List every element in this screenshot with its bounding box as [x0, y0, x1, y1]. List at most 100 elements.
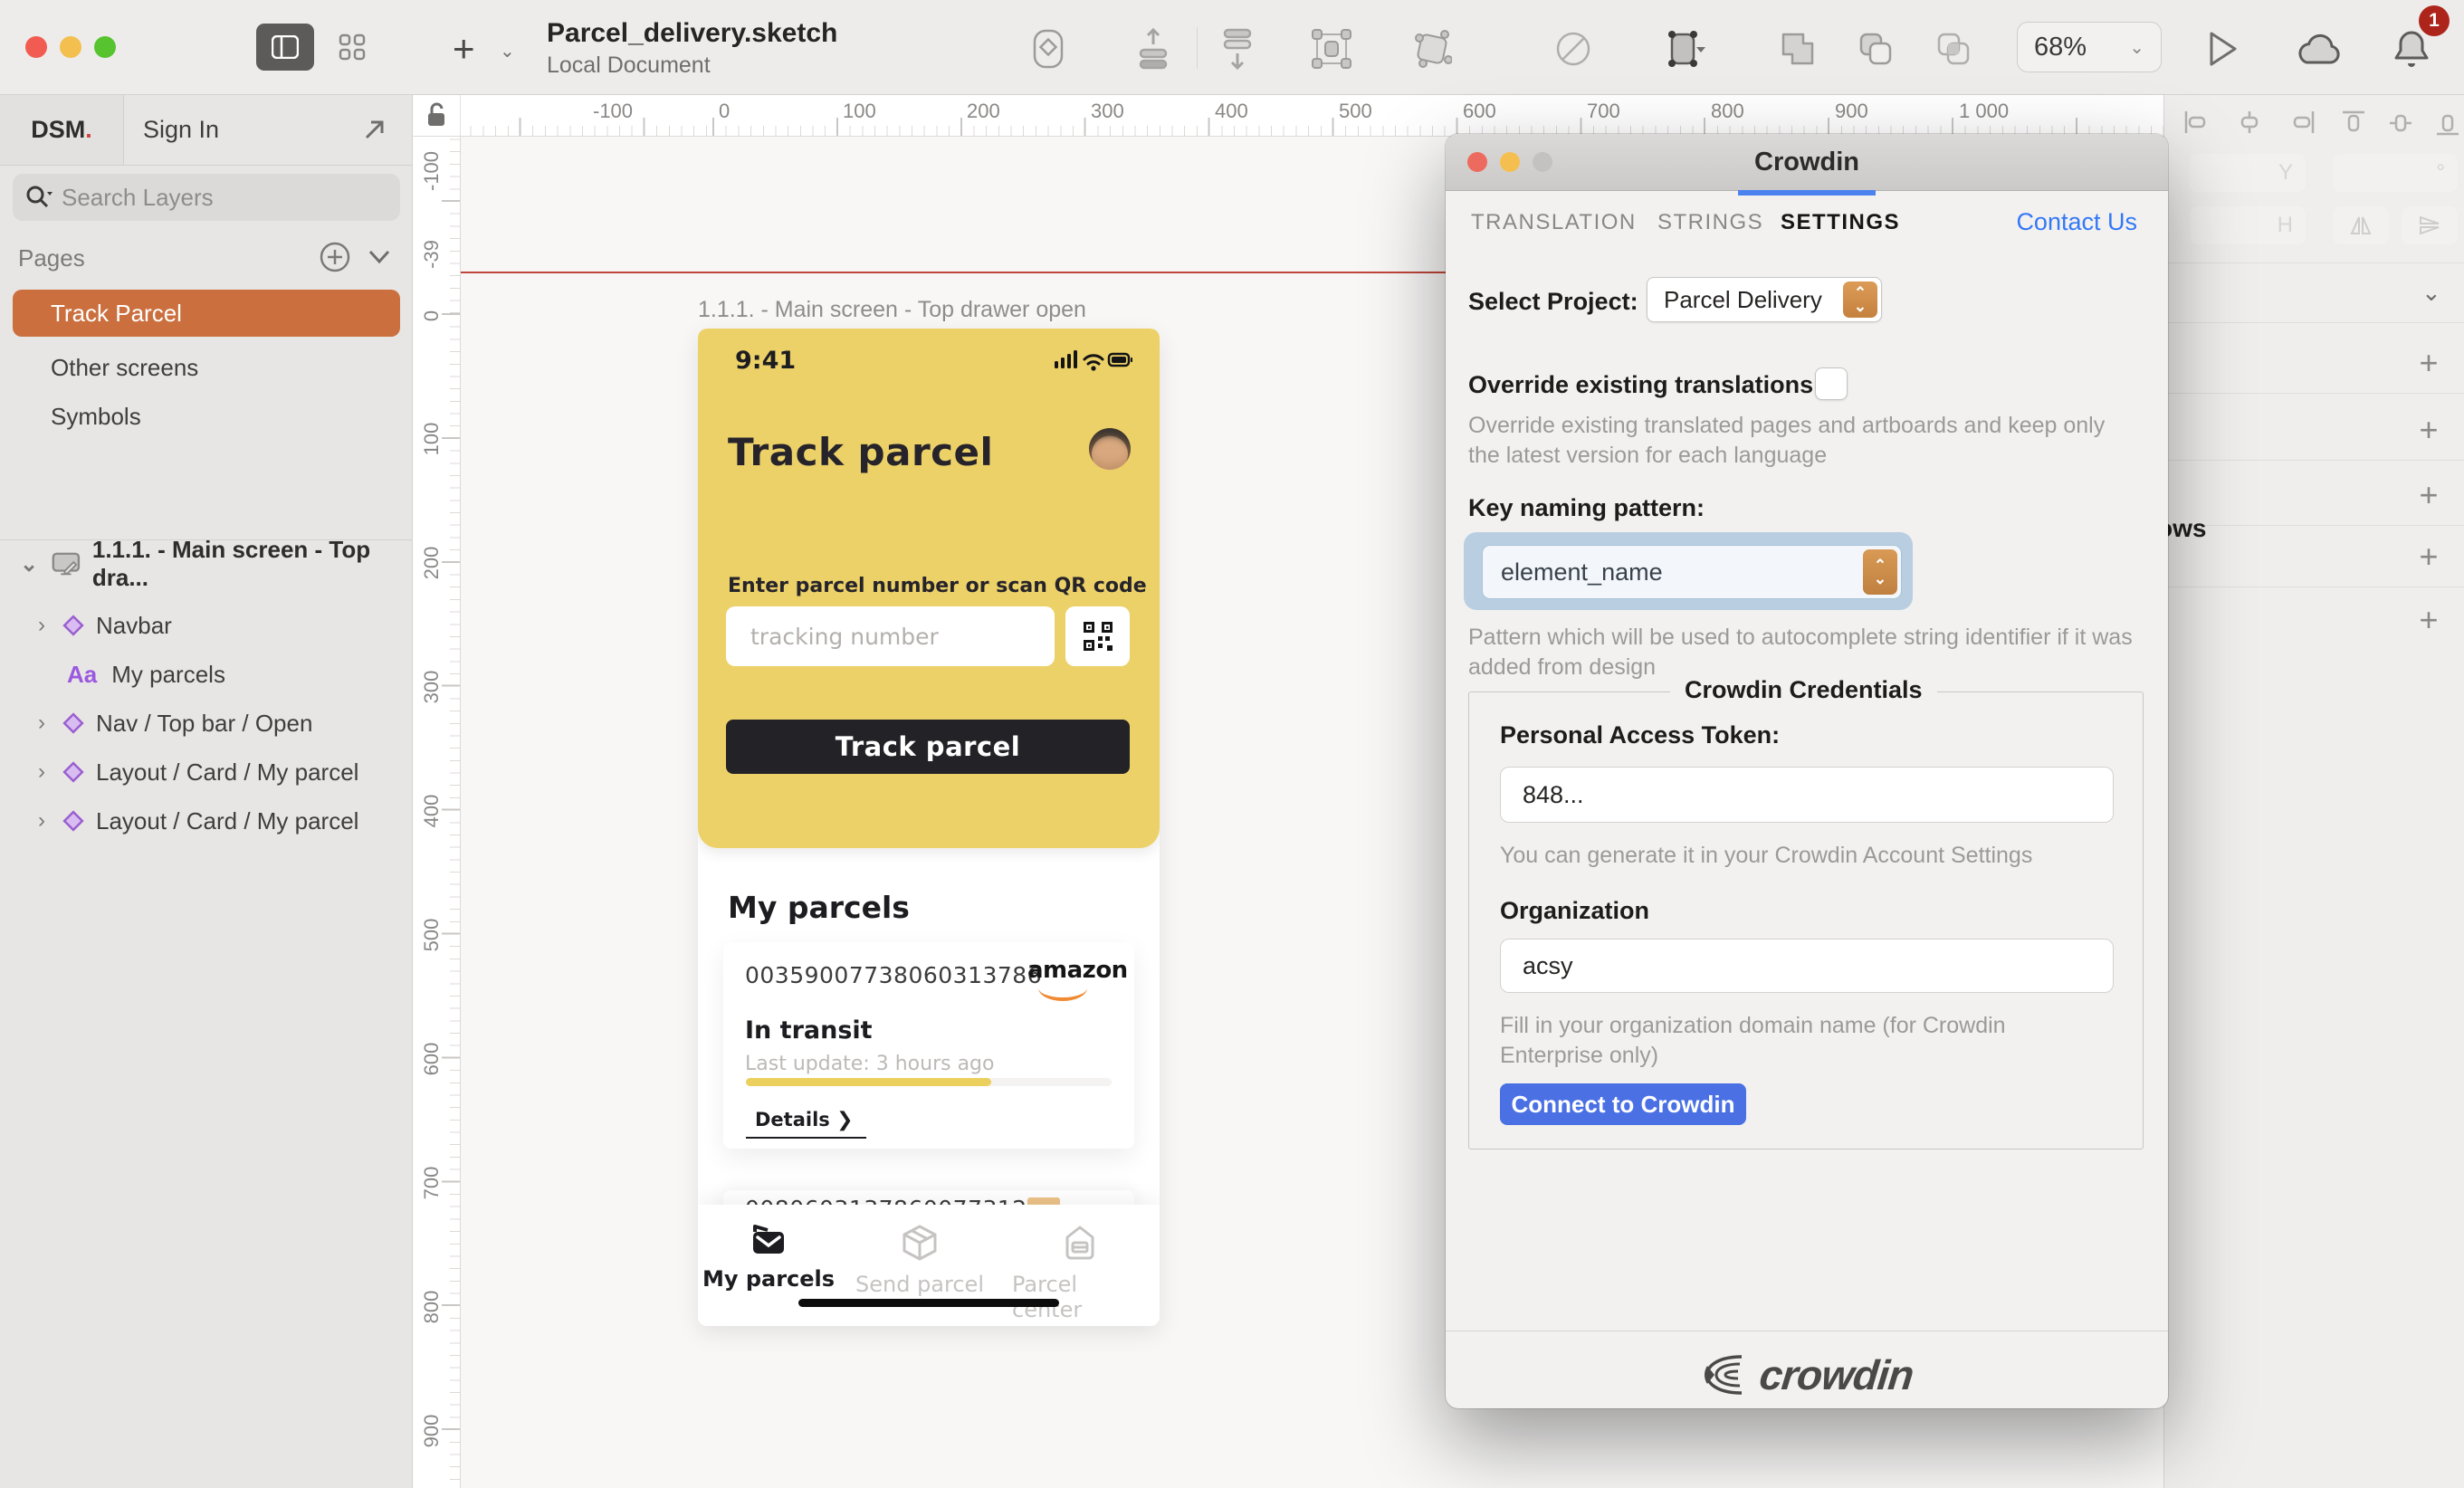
cloud-sync-button[interactable] — [2294, 25, 2341, 72]
move-down-icon — [1221, 28, 1254, 70]
layer-row-my-parcels[interactable]: Aa My parcels — [0, 650, 412, 699]
track-parcel-button[interactable]: Track parcel — [726, 720, 1130, 774]
external-link-icon[interactable] — [363, 118, 387, 141]
group-button[interactable] — [1308, 25, 1355, 72]
toggle-sidebar-button[interactable] — [256, 24, 314, 71]
insert-chevron-icon[interactable]: ⌄ — [500, 40, 515, 62]
scan-qr-button[interactable] — [1065, 606, 1130, 666]
bring-forward-button[interactable] — [1130, 25, 1177, 72]
close-window-button[interactable] — [25, 36, 47, 58]
page-item-other-screens[interactable]: Other screens — [13, 344, 400, 391]
rotation-field[interactable]: ° — [2333, 154, 2458, 192]
tab-translation[interactable]: TRANSLATION — [1471, 210, 1637, 235]
layer-row-card-1[interactable]: › Layout / Card / My parcel — [0, 748, 412, 796]
override-checkbox[interactable] — [1815, 367, 1848, 400]
status-bar-time: 9:41 — [735, 347, 796, 375]
parcel-card[interactable]: 00359007738060313786 amazon In transit L… — [723, 942, 1134, 1149]
search-layers-input[interactable] — [60, 183, 353, 213]
tab-strings[interactable]: STRINGS — [1657, 210, 1763, 235]
tab-send-parcel[interactable]: Send parcel — [852, 1225, 988, 1297]
add-fill-button[interactable]: + — [2414, 416, 2443, 445]
credentials-legend: Crowdin Credentials — [1670, 676, 1937, 704]
height-field[interactable]: H — [2190, 206, 2306, 244]
details-link[interactable]: Details ❯ — [746, 1109, 866, 1139]
phone-heading: Track parcel — [728, 430, 993, 474]
align-right-icon[interactable] — [2289, 110, 2315, 134]
zoom-control[interactable]: 68% ⌄ — [2017, 22, 2162, 72]
organization-input[interactable] — [1500, 939, 2114, 993]
y-position-field[interactable]: Y — [2190, 154, 2306, 192]
ruler-label: -39 — [420, 236, 444, 272]
align-top-icon[interactable] — [2342, 110, 2365, 136]
parcel-number: 00359007738060313786 — [745, 962, 1042, 988]
credentials-fieldset: Crowdin Credentials Personal Access Toke… — [1468, 692, 2144, 1149]
align-center-h-icon[interactable] — [2237, 110, 2262, 134]
crowdin-swoosh-icon — [1700, 1353, 1751, 1397]
layer-label: My parcels — [111, 661, 225, 689]
scale-button[interactable] — [1662, 25, 1709, 72]
insert-button[interactable]: + — [453, 27, 475, 71]
boolean-union-button[interactable] — [1774, 25, 1821, 72]
unlock-icon[interactable] — [426, 102, 446, 128]
ruler-label: 0 — [719, 100, 730, 123]
ungroup-button[interactable] — [1409, 25, 1456, 72]
pages-collapse-chevron-icon[interactable] — [366, 248, 393, 266]
tracking-number-input[interactable]: tracking number — [726, 606, 1055, 666]
minimize-window-button[interactable] — [1500, 152, 1520, 172]
search-layers-box[interactable] — [13, 174, 400, 221]
preview-button[interactable] — [2200, 25, 2247, 72]
connect-to-crowdin-button[interactable]: Connect to Crowdin — [1500, 1083, 1746, 1125]
view-grid-button[interactable] — [323, 24, 381, 71]
boolean-subtract-button[interactable] — [1852, 25, 1899, 72]
tab-parcel-center[interactable]: Parcel center — [1012, 1225, 1148, 1322]
flip-vertical-button[interactable] — [2402, 206, 2458, 244]
add-inner-shadow-button[interactable]: + — [2414, 606, 2443, 635]
crowdin-titlebar[interactable]: Crowdin — [1446, 134, 2168, 191]
dropdown-stepper-icon: ⌃⌄ — [1843, 281, 1877, 318]
page-item-track-parcel[interactable]: Track Parcel — [13, 290, 400, 337]
tab-settings[interactable]: SETTINGS — [1781, 210, 1900, 235]
send-backward-button[interactable] — [1214, 25, 1261, 72]
add-border-button[interactable]: + — [2414, 482, 2443, 510]
add-page-button[interactable] — [319, 241, 351, 273]
minimize-window-button[interactable] — [60, 36, 81, 58]
expand-chevron-icon[interactable]: › — [38, 808, 45, 834]
tab-label: Send parcel — [855, 1272, 984, 1297]
close-window-button[interactable] — [1467, 152, 1487, 172]
dsm-plugin-tab[interactable]: DSM. — [0, 94, 124, 166]
expand-chevron-icon[interactable]: › — [38, 759, 45, 785]
page-item-symbols[interactable]: Symbols — [13, 393, 400, 440]
zoom-window-button[interactable] — [94, 36, 116, 58]
sign-in-bar[interactable]: Sign In — [123, 94, 412, 166]
expand-chevron-icon[interactable]: › — [38, 711, 45, 736]
expand-chevron-icon[interactable]: › — [38, 613, 45, 638]
align-bottom-icon[interactable] — [2436, 110, 2459, 136]
select-project-dropdown[interactable]: Parcel Delivery ⌃⌄ — [1647, 277, 1882, 322]
token-input[interactable] — [1500, 767, 2114, 823]
contact-us-link[interactable]: Contact Us — [2016, 208, 2137, 236]
artboard-title[interactable]: 1.1.1. - Main screen - Top drawer open — [698, 297, 1086, 323]
section-collapse-chevron-icon[interactable]: ⌄ — [2421, 279, 2441, 307]
layer-row-navbar[interactable]: › Navbar — [0, 601, 412, 650]
collapse-chevron-icon[interactable]: ⌄ — [20, 551, 38, 577]
progress-strip — [1738, 190, 1876, 196]
key-pattern-dropdown[interactable]: element_name ⌃⌄ — [1482, 545, 1902, 599]
align-left-icon[interactable] — [2184, 110, 2210, 134]
zoom-window-button[interactable] — [1533, 152, 1552, 172]
avatar[interactable] — [1089, 428, 1131, 470]
add-shadow-button[interactable]: + — [2414, 543, 2443, 572]
tab-my-parcels[interactable]: My parcels — [701, 1225, 836, 1292]
layer-row-card-2[interactable]: › Layout / Card / My parcel — [0, 796, 412, 845]
page-label: Track Parcel — [51, 300, 182, 328]
status-bar-icons — [1055, 348, 1132, 374]
create-symbol-button[interactable] — [1025, 25, 1072, 72]
align-middle-v-icon[interactable] — [2389, 110, 2412, 136]
add-style-button[interactable]: + — [2414, 349, 2443, 378]
boolean-intersect-button[interactable] — [1930, 25, 1977, 72]
key-pattern-label: Key naming pattern: — [1468, 494, 1705, 522]
flip-horizontal-button[interactable] — [2333, 206, 2389, 244]
layers-root-row[interactable]: ⌄ 1.1.1. - Main screen - Top dra... — [0, 539, 412, 587]
artboard-phone-mockup[interactable]: 9:41 Track parcel Enter parcel number or… — [698, 329, 1160, 1326]
layer-row-nav-top-bar[interactable]: › Nav / Top bar / Open — [0, 699, 412, 748]
mask-button[interactable] — [1550, 25, 1597, 72]
